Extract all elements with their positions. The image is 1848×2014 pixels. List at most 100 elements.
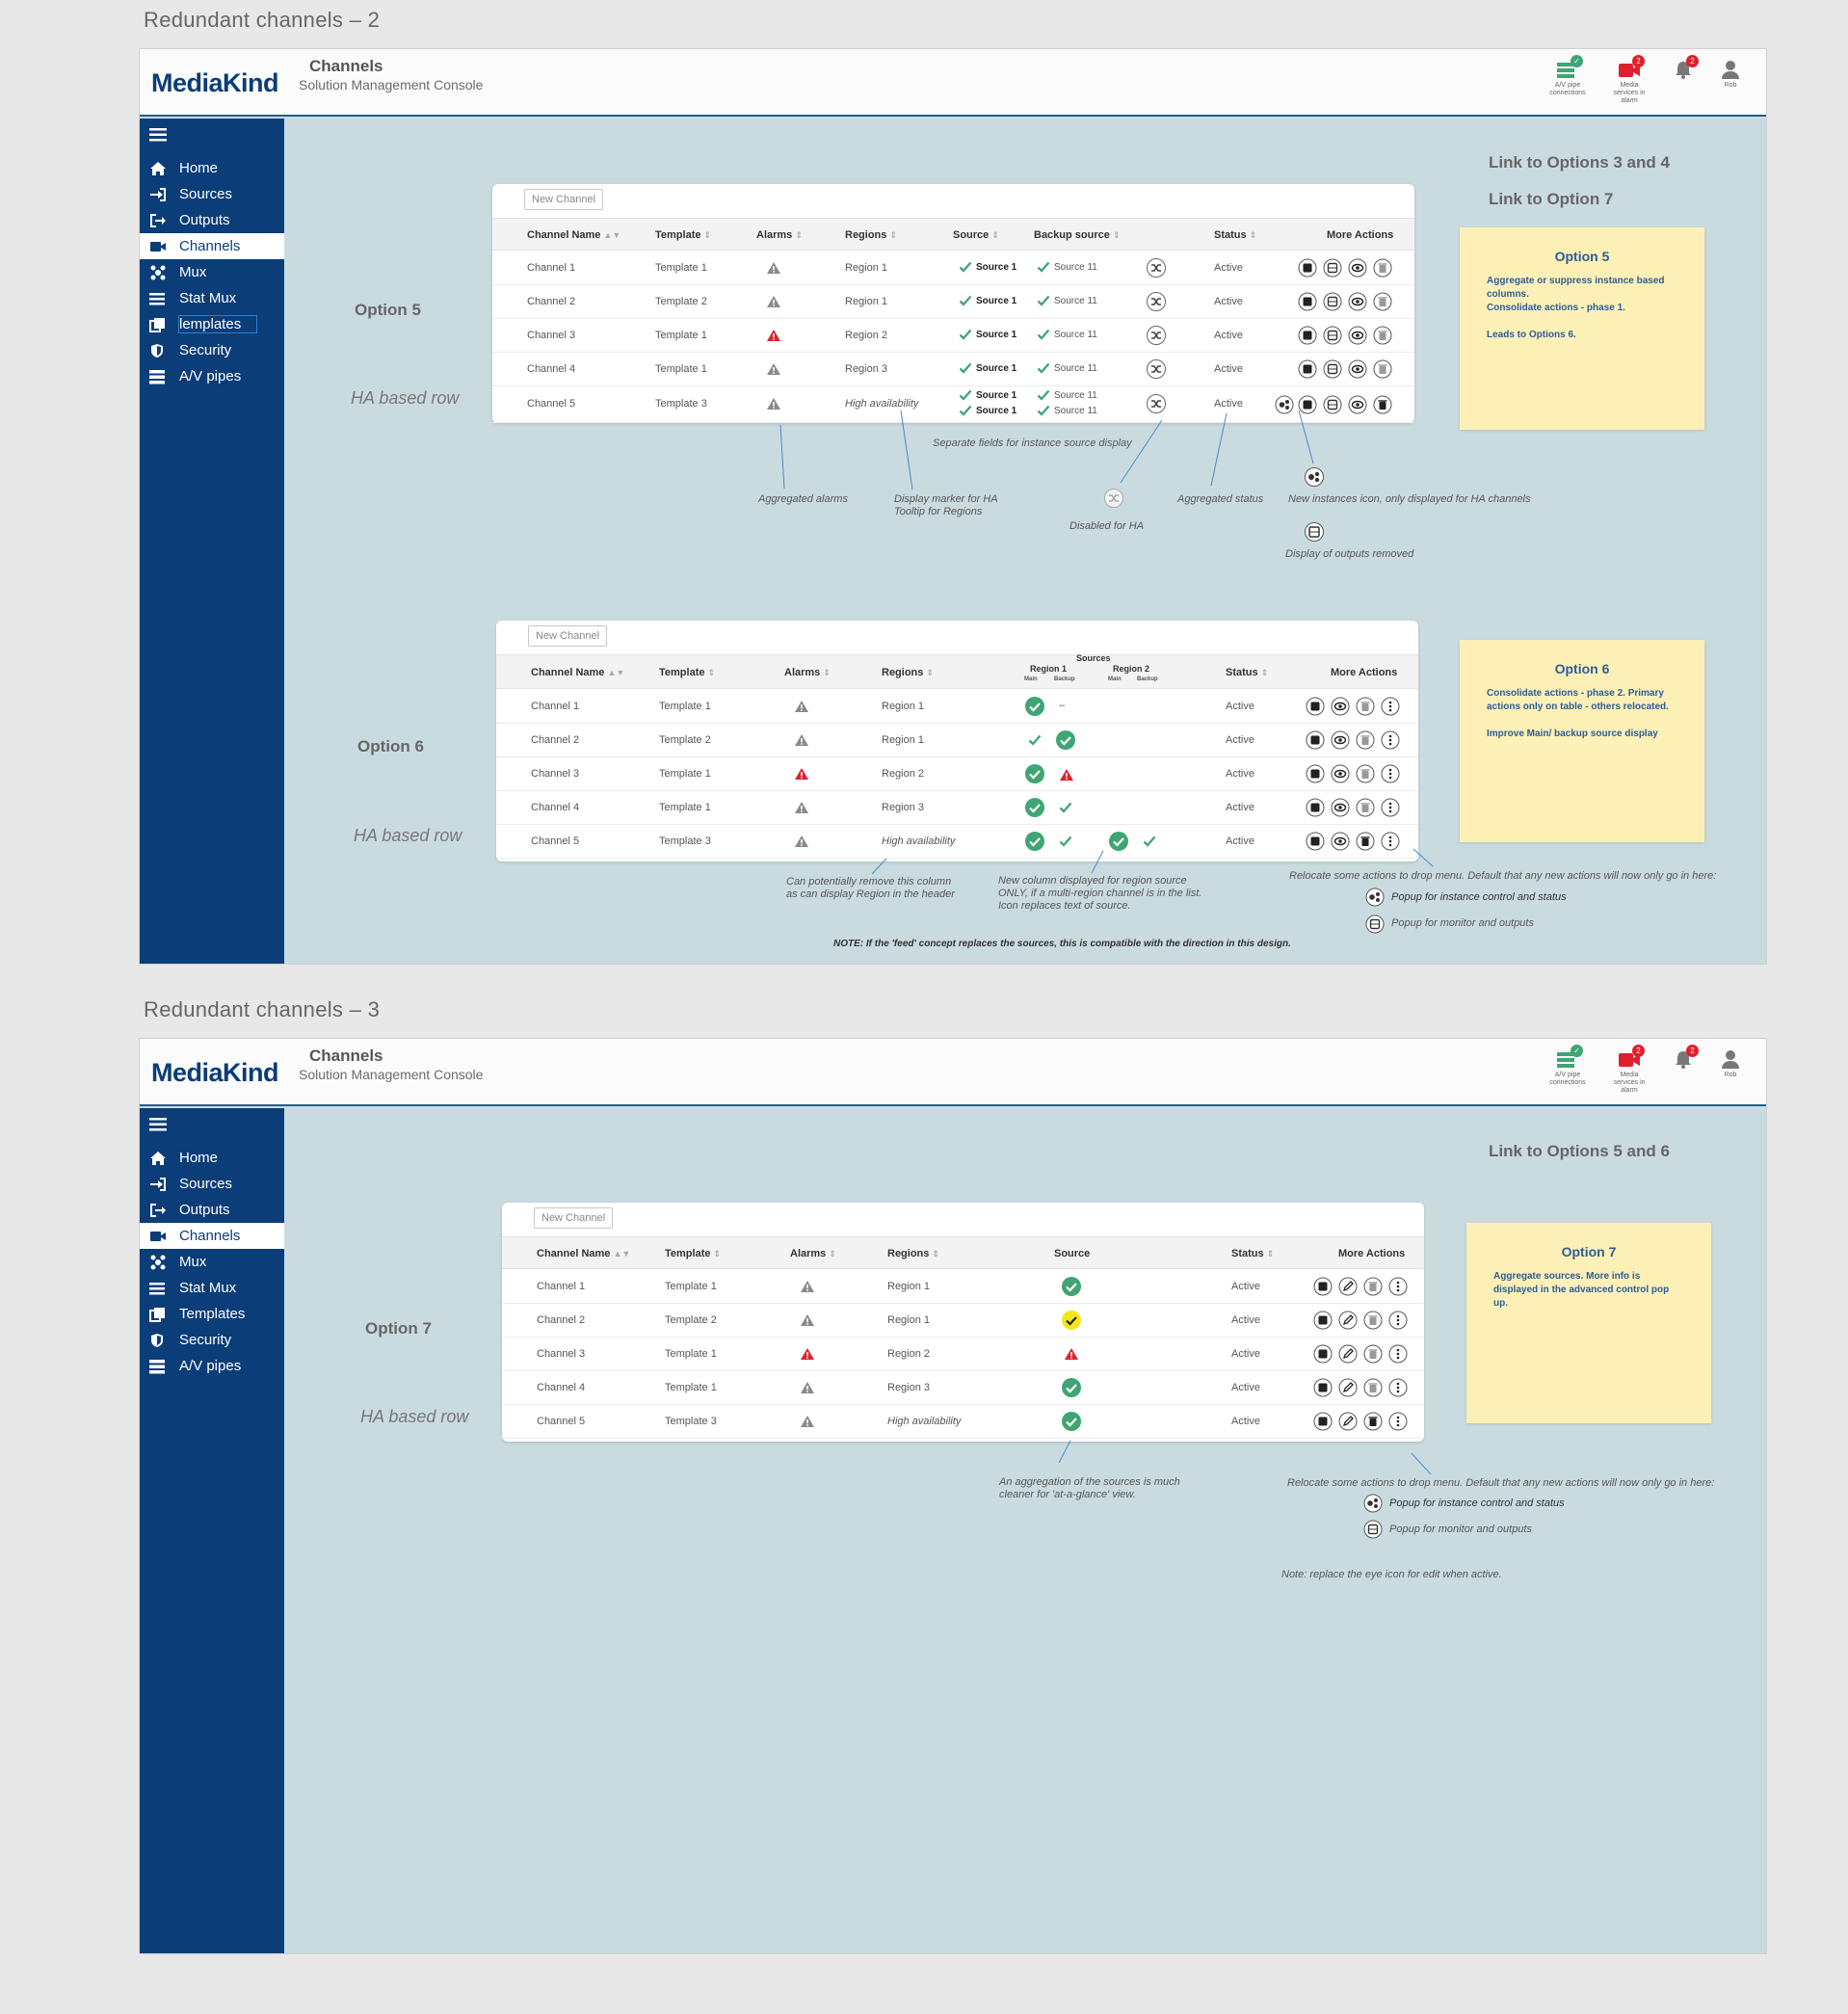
av-pipe-status[interactable]: ✓ A/V pipe connections xyxy=(1546,1045,1589,1087)
table-row[interactable]: Channel 5 Template 3 High availability Sour… xyxy=(492,386,1414,423)
more-icon[interactable] xyxy=(1381,798,1400,820)
mediakind-logo[interactable]: MediaKind xyxy=(151,68,279,98)
sidebar-item-channels[interactable]: Channels xyxy=(140,233,284,259)
mediakind-logo[interactable]: MediaKind xyxy=(151,1058,279,1088)
cell-channel-name[interactable]: Channel 3 xyxy=(527,330,575,341)
table-row[interactable]: Channel 5 Template 3 High availability Acti… xyxy=(502,1405,1424,1439)
sidebar-item-sources[interactable]: Sources xyxy=(140,181,284,207)
cell-channel-name[interactable]: Channel 4 xyxy=(527,363,575,375)
media-alarm-status[interactable]: 2 Media services in alarm xyxy=(1608,1045,1650,1095)
monitor-icon[interactable] xyxy=(1323,395,1342,417)
instances-icon[interactable] xyxy=(1275,395,1294,417)
cell-channel-name[interactable]: Channel 5 xyxy=(537,1416,585,1427)
more-icon[interactable] xyxy=(1388,1378,1408,1400)
eye-icon[interactable] xyxy=(1331,798,1350,820)
more-icon[interactable] xyxy=(1388,1344,1408,1366)
col-regions[interactable]: Regions ⇕ xyxy=(882,667,934,678)
user-menu[interactable]: Rob xyxy=(1716,59,1745,90)
col-template[interactable]: Template ⇕ xyxy=(659,667,715,678)
sidebar-item-av-pipes[interactable]: A/V pipes xyxy=(140,363,284,389)
cell-channel-name[interactable]: Channel 4 xyxy=(537,1382,585,1393)
col-source[interactable]: Source xyxy=(1054,1248,1090,1259)
menu-icon[interactable] xyxy=(149,1118,167,1136)
cell-channel-name[interactable]: Channel 5 xyxy=(527,398,575,410)
trash-icon[interactable] xyxy=(1356,764,1375,786)
eye-icon[interactable] xyxy=(1331,764,1350,786)
col-regions[interactable]: Regions ⇕ xyxy=(845,229,897,241)
table-row[interactable]: Channel 4 Template 1 Region 3 Active xyxy=(502,1371,1424,1405)
link-options-5-6[interactable]: Link to Options 5 and 6 xyxy=(1489,1142,1670,1161)
sidebar-item-stat-mux[interactable]: Stat Mux xyxy=(140,285,284,311)
table-row[interactable]: Channel 1 Template 1 Region 1 Source 1 Sourc… xyxy=(492,252,1414,285)
stop-icon[interactable] xyxy=(1306,730,1325,753)
col-alarms[interactable]: Alarms ⇕ xyxy=(784,667,831,678)
trash-icon[interactable] xyxy=(1373,395,1392,417)
link-option-7[interactable]: Link to Option 7 xyxy=(1489,190,1613,209)
trash-icon[interactable] xyxy=(1363,1378,1383,1400)
sidebar-item-mux[interactable]: Mux xyxy=(140,259,284,285)
cell-channel-name[interactable]: Channel 1 xyxy=(527,262,575,274)
stop-icon[interactable] xyxy=(1306,798,1325,820)
cell-channel-name[interactable]: Channel 3 xyxy=(531,768,579,780)
eye-icon[interactable] xyxy=(1348,395,1367,417)
eye-icon[interactable] xyxy=(1331,697,1350,719)
table-row[interactable]: Channel 5 Template 3 High availability Acti… xyxy=(496,825,1418,859)
cell-channel-name[interactable]: Channel 3 xyxy=(537,1348,585,1360)
cell-channel-name[interactable]: Channel 2 xyxy=(527,296,575,307)
table-row[interactable]: Channel 1 Template 1 Region 1 – Active xyxy=(496,690,1418,724)
nav-label-editing[interactable]: lemplates xyxy=(177,315,258,333)
stop-icon[interactable] xyxy=(1298,326,1317,348)
more-icon[interactable] xyxy=(1388,1277,1408,1299)
more-icon[interactable] xyxy=(1381,697,1400,719)
table-row[interactable]: Channel 3 Template 1 Region 2 Active xyxy=(496,757,1418,791)
stop-icon[interactable] xyxy=(1306,697,1325,719)
sidebar-item-channels[interactable]: Channels xyxy=(140,1223,284,1249)
link-options-3-4[interactable]: Link to Options 3 and 4 xyxy=(1489,153,1670,172)
col-channel-name[interactable]: Channel Name ▲▼ xyxy=(527,229,620,241)
table-row[interactable]: Channel 2 Template 2 Region 1 Active xyxy=(502,1304,1424,1338)
monitor-icon[interactable] xyxy=(1323,326,1342,348)
more-icon[interactable] xyxy=(1381,832,1400,854)
eye-icon[interactable] xyxy=(1348,292,1367,314)
sidebar-item-home[interactable]: Home xyxy=(140,1145,284,1171)
col-backup-source[interactable]: Backup source ⇕ xyxy=(1034,229,1120,241)
shuffle-icon[interactable] xyxy=(1146,393,1167,417)
av-pipe-status[interactable]: ✓ A/V pipe connections xyxy=(1546,55,1589,97)
shuffle-icon[interactable] xyxy=(1146,257,1167,281)
eye-icon[interactable] xyxy=(1348,258,1367,280)
sidebar-item-outputs[interactable]: Outputs xyxy=(140,207,284,233)
cell-channel-name[interactable]: Channel 1 xyxy=(531,701,579,712)
trash-icon[interactable] xyxy=(1373,258,1392,280)
col-status[interactable]: Status ⇕ xyxy=(1214,229,1256,241)
trash-icon[interactable] xyxy=(1363,1344,1383,1366)
sidebar-item-stat-mux[interactable]: Stat Mux xyxy=(140,1275,284,1301)
trash-icon[interactable] xyxy=(1363,1277,1383,1299)
edit-icon[interactable] xyxy=(1338,1311,1358,1333)
trash-icon[interactable] xyxy=(1373,359,1392,382)
eye-icon[interactable] xyxy=(1348,359,1367,382)
stop-icon[interactable] xyxy=(1306,832,1325,854)
table-row[interactable]: Channel 4 Template 1 Region 3 Source 1 Sourc… xyxy=(492,353,1414,386)
trash-icon[interactable] xyxy=(1373,326,1392,348)
user-menu[interactable]: Rob xyxy=(1716,1048,1745,1079)
trash-icon[interactable] xyxy=(1373,292,1392,314)
sidebar-item-security[interactable]: Security xyxy=(140,337,284,363)
media-alarm-status[interactable]: 2 Media services in alarm xyxy=(1608,55,1650,105)
notifications[interactable]: 2 xyxy=(1670,1045,1699,1070)
trash-icon[interactable] xyxy=(1356,730,1375,753)
table-row[interactable]: Channel 2 Template 2 Region 1 Active xyxy=(496,724,1418,757)
col-template[interactable]: Template ⇕ xyxy=(655,229,711,241)
monitor-icon[interactable] xyxy=(1323,359,1342,382)
edit-icon[interactable] xyxy=(1338,1277,1358,1299)
cell-channel-name[interactable]: Channel 4 xyxy=(531,802,579,813)
col-alarms[interactable]: Alarms ⇕ xyxy=(756,229,803,241)
more-icon[interactable] xyxy=(1381,730,1400,753)
col-channel-name[interactable]: Channel Name ▲▼ xyxy=(531,667,624,678)
trash-icon[interactable] xyxy=(1363,1412,1383,1434)
cell-channel-name[interactable]: Channel 2 xyxy=(531,734,579,746)
col-regions[interactable]: Regions ⇕ xyxy=(887,1248,939,1259)
col-status[interactable]: Status ⇕ xyxy=(1231,1248,1274,1259)
cell-channel-name[interactable]: Channel 1 xyxy=(537,1281,585,1292)
stop-icon[interactable] xyxy=(1298,395,1317,417)
stop-icon[interactable] xyxy=(1313,1378,1333,1400)
